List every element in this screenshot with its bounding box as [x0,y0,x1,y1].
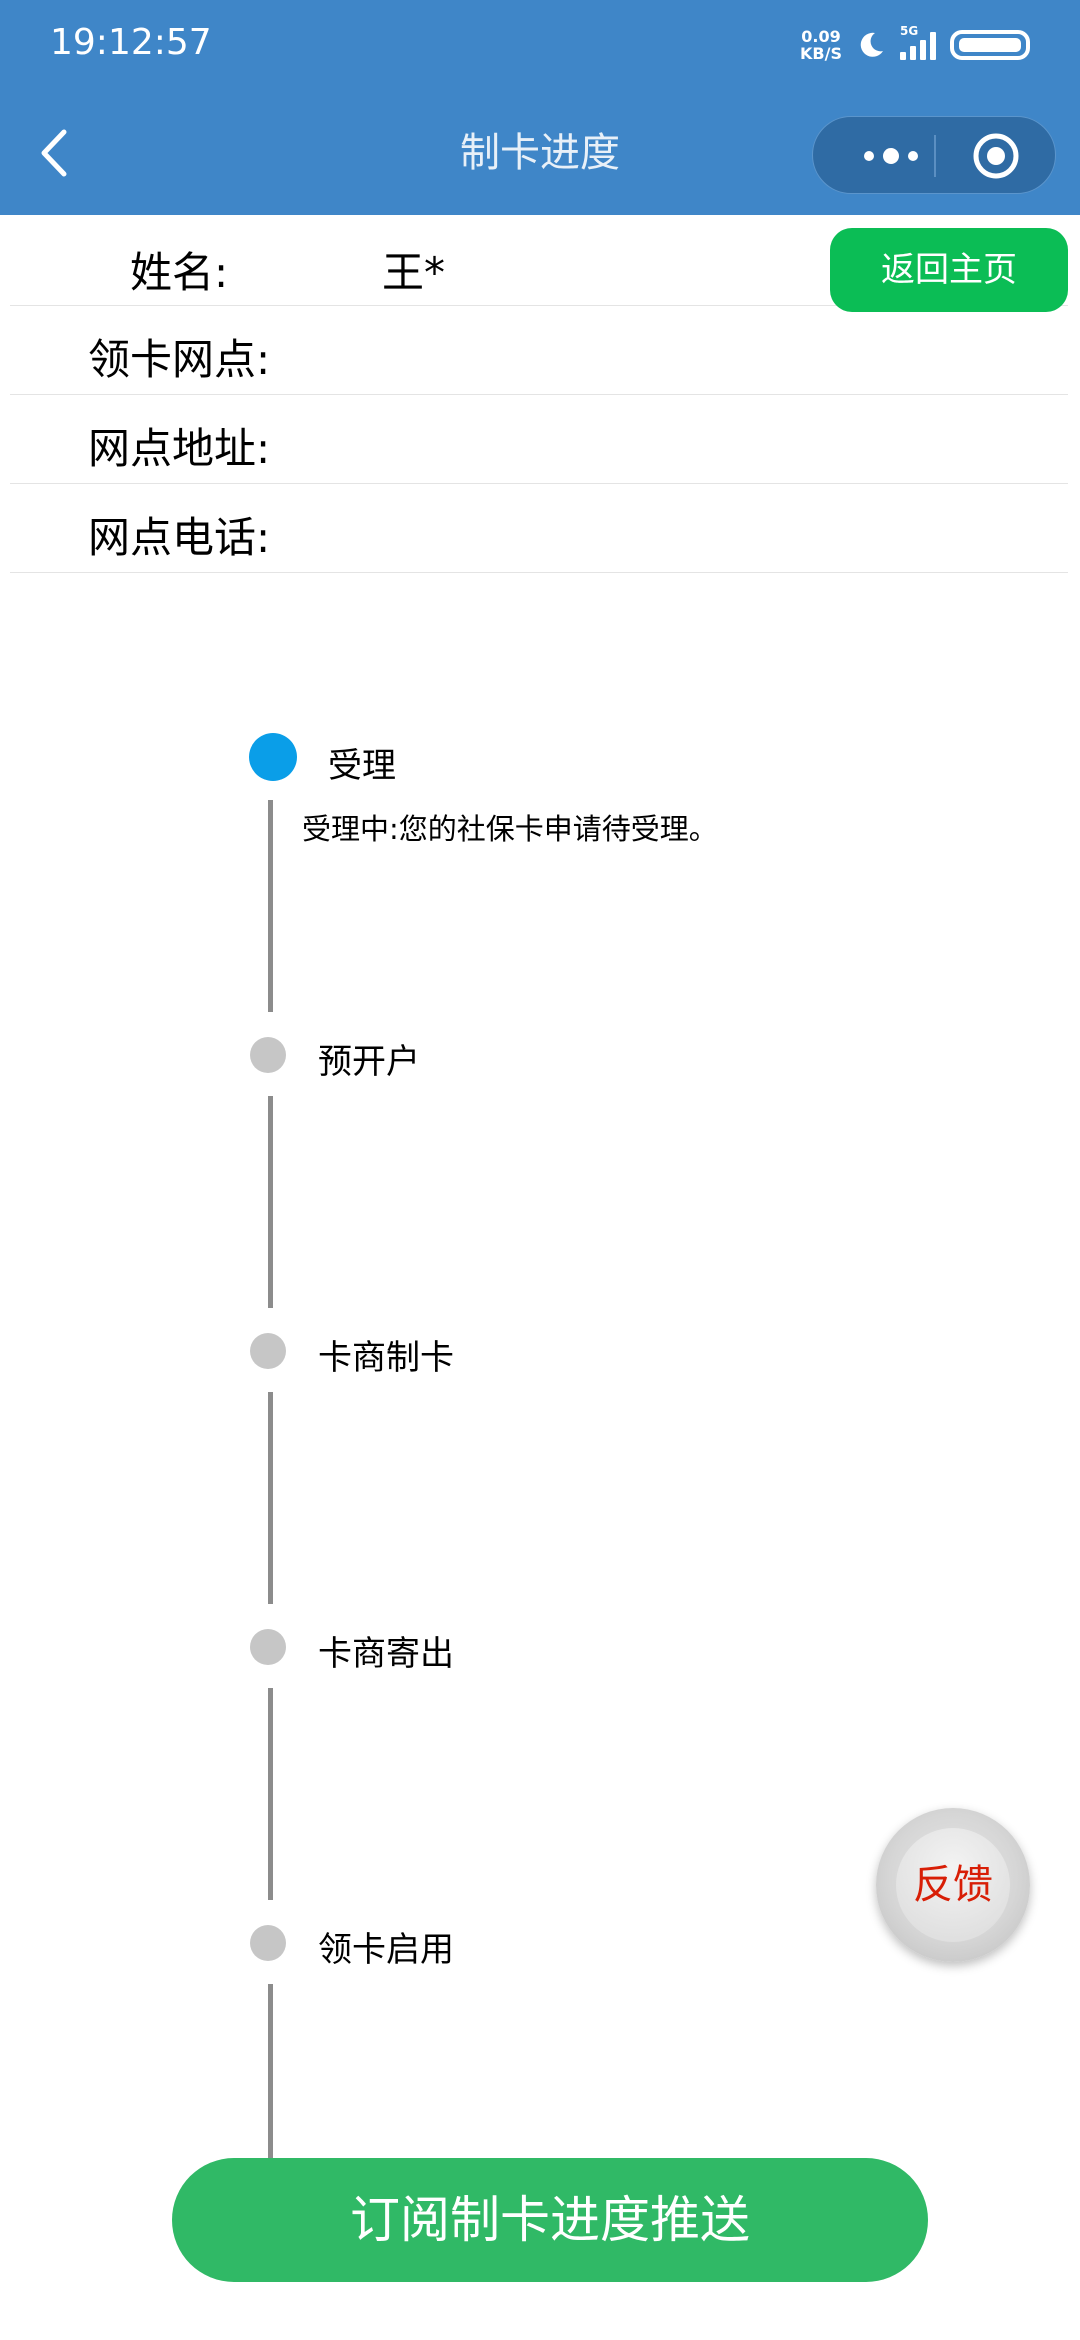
moon-icon [860,32,883,57]
feedback-label: 反馈 [913,1862,993,1908]
battery-icon [950,30,1030,60]
step-label: 卡商寄出 [318,1634,454,1674]
timeline-connector [268,1096,273,1308]
step-label: 卡商制卡 [318,1338,454,1378]
mini-program-capsule [812,116,1056,194]
status-time: 19:12:57 [50,22,212,63]
address-row: 网点地址: [10,395,1068,484]
timeline-connector [268,1688,273,1900]
subscribe-progress-button[interactable]: 订阅制卡进度推送 [172,2158,928,2282]
address-label: 网点地址: [88,424,271,473]
step-description: 受理中:您的社保卡申请待受理。 [302,812,718,846]
timeline-connector [268,1984,273,2159]
capsule-divider [934,135,936,177]
branch-row: 领卡网点: [10,306,1068,395]
step-label: 受理 [328,746,396,786]
close-target-icon[interactable] [971,131,1021,181]
step-label: 预开户 [318,1042,420,1082]
network-speed-value: 0.09 [801,27,841,46]
step-label: 领卡启用 [318,1930,454,1970]
network-speed: 0.09 KB/S [800,28,842,62]
name-label: 姓名: [130,248,229,297]
step-dot [250,1037,286,1073]
feedback-button[interactable]: 反馈 [876,1808,1030,1962]
network-speed-unit: KB/S [800,44,842,63]
status-icons: 0.09 KB/S 5G [800,20,1030,70]
phone-row: 网点电话: [10,484,1068,573]
top-bar: 19:12:57 0.09 KB/S 5G 制卡进度 [0,0,1080,215]
step-dot [250,1629,286,1665]
timeline-connector [268,800,273,1012]
name-value: 王* [382,248,446,297]
phone-label: 网点电话: [88,513,271,562]
more-icon[interactable] [849,139,979,173]
timeline-connector [268,1392,273,1604]
network-type: 5G [900,24,919,38]
signal-icon: 5G [900,24,936,60]
step-dot [250,1925,286,1961]
step-dot-active [249,733,297,781]
home-button[interactable]: 返回主页 [830,228,1068,312]
branch-label: 领卡网点: [88,335,271,384]
step-dot [250,1333,286,1369]
